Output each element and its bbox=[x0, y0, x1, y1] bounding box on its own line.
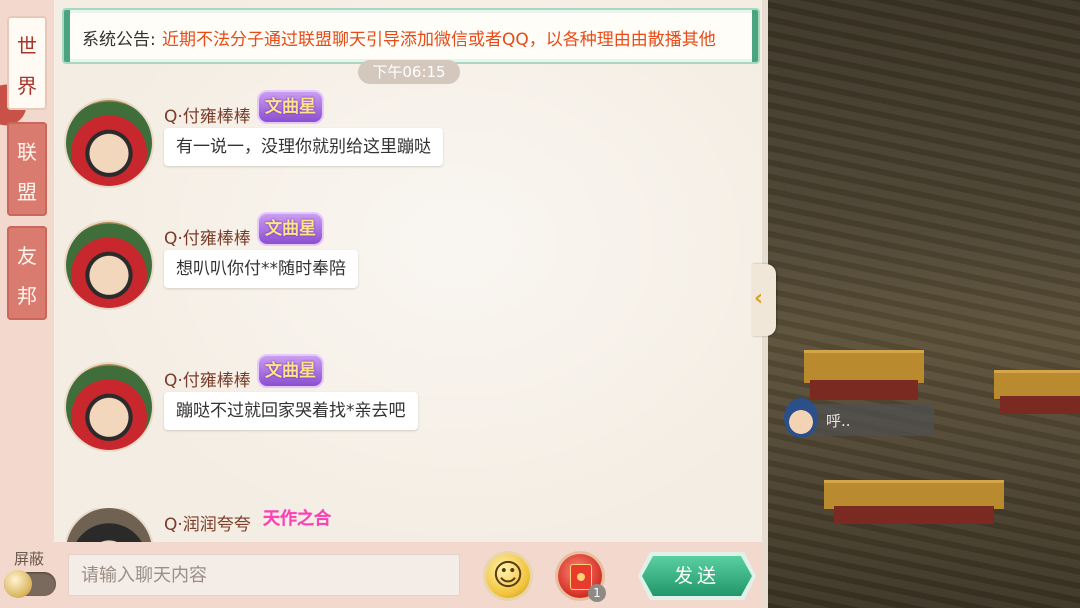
palace-roof bbox=[804, 350, 924, 383]
toggle-knob[interactable] bbox=[4, 570, 32, 598]
scene-avatar bbox=[784, 398, 818, 438]
chat-input[interactable] bbox=[68, 554, 460, 596]
scene-bubble-text: 呼.. bbox=[826, 412, 851, 430]
message-timestamp: 下午06:15 bbox=[358, 60, 460, 84]
smiley-icon: ☺ bbox=[492, 558, 524, 593]
title-badge: 文曲星 bbox=[257, 212, 324, 246]
tab-world[interactable]: 世界 bbox=[7, 16, 47, 110]
palace-wall bbox=[1000, 396, 1080, 414]
announcement-label: 系统公告: bbox=[82, 30, 156, 50]
send-button[interactable]: 发送 bbox=[642, 556, 752, 596]
scene-chat-bubble: 呼.. bbox=[784, 398, 934, 438]
message-text: 有一说一，没理你就别给这里蹦哒 bbox=[164, 128, 443, 166]
tab-alliance[interactable]: 联盟 bbox=[7, 122, 47, 216]
message-text: 想叭叭你付**随时奉陪 bbox=[164, 250, 358, 288]
sender-name[interactable]: Q·付雍棒棒 bbox=[164, 366, 251, 391]
tab-friends-label: 友邦 bbox=[17, 244, 37, 308]
game-scene[interactable] bbox=[764, 0, 1080, 608]
tab-friends[interactable]: 友邦 bbox=[7, 226, 47, 320]
tab-alliance-label: 联盟 bbox=[17, 140, 37, 204]
avatar[interactable] bbox=[66, 100, 152, 186]
sender-name[interactable]: Q·润润夸夸 bbox=[164, 510, 251, 535]
title-badge: 天作之合 bbox=[263, 509, 331, 529]
system-announcement: 系统公告: 近期不法分子通过联盟聊天引导添加微信或者QQ，以各种理由由散播其他 bbox=[62, 8, 760, 64]
red-packet-icon bbox=[570, 564, 592, 590]
title-badge: 文曲星 bbox=[257, 354, 324, 388]
red-packet-count-badge: 1 bbox=[588, 584, 606, 602]
palace-wall bbox=[834, 506, 994, 524]
avatar[interactable] bbox=[66, 364, 152, 450]
channel-tabs: 世界 联盟 友邦 bbox=[0, 0, 54, 542]
emoji-button[interactable]: ☺ bbox=[486, 554, 530, 598]
palace-roof bbox=[994, 370, 1080, 399]
scroll-roll-right bbox=[752, 10, 758, 62]
sender-name[interactable]: Q·付雍棒棒 bbox=[164, 224, 251, 249]
block-label: 屏蔽 bbox=[14, 550, 45, 568]
palace-roof bbox=[824, 480, 1004, 509]
avatar[interactable] bbox=[66, 222, 152, 308]
tab-world-label: 世界 bbox=[17, 34, 37, 98]
collapse-panel-button[interactable]: ‹ bbox=[752, 264, 776, 336]
palace-wall bbox=[810, 380, 918, 400]
block-toggle[interactable] bbox=[4, 570, 56, 598]
message-text: 蹦哒不过就回家哭着找*亲去吧 bbox=[164, 392, 418, 430]
avatar[interactable] bbox=[66, 508, 152, 542]
announcement-text: 近期不法分子通过联盟聊天引导添加微信或者QQ，以各种理由由散播其他 bbox=[162, 30, 716, 50]
chevron-left-icon: ‹ bbox=[754, 286, 764, 311]
scroll-roll-left bbox=[64, 10, 70, 62]
title-badge: 文曲星 bbox=[257, 90, 324, 124]
chat-message: Q·润润夸夸 天作之合 bbox=[66, 508, 566, 542]
sender-name[interactable]: Q·付雍棒棒 bbox=[164, 102, 251, 127]
chat-panel: 世界 联盟 友邦 系统公告: 近期不法分子通过联盟聊天引导添加微信或者QQ，以各… bbox=[0, 0, 764, 608]
chat-input-bar: 屏蔽 ☺ 1 发送 bbox=[0, 542, 764, 608]
